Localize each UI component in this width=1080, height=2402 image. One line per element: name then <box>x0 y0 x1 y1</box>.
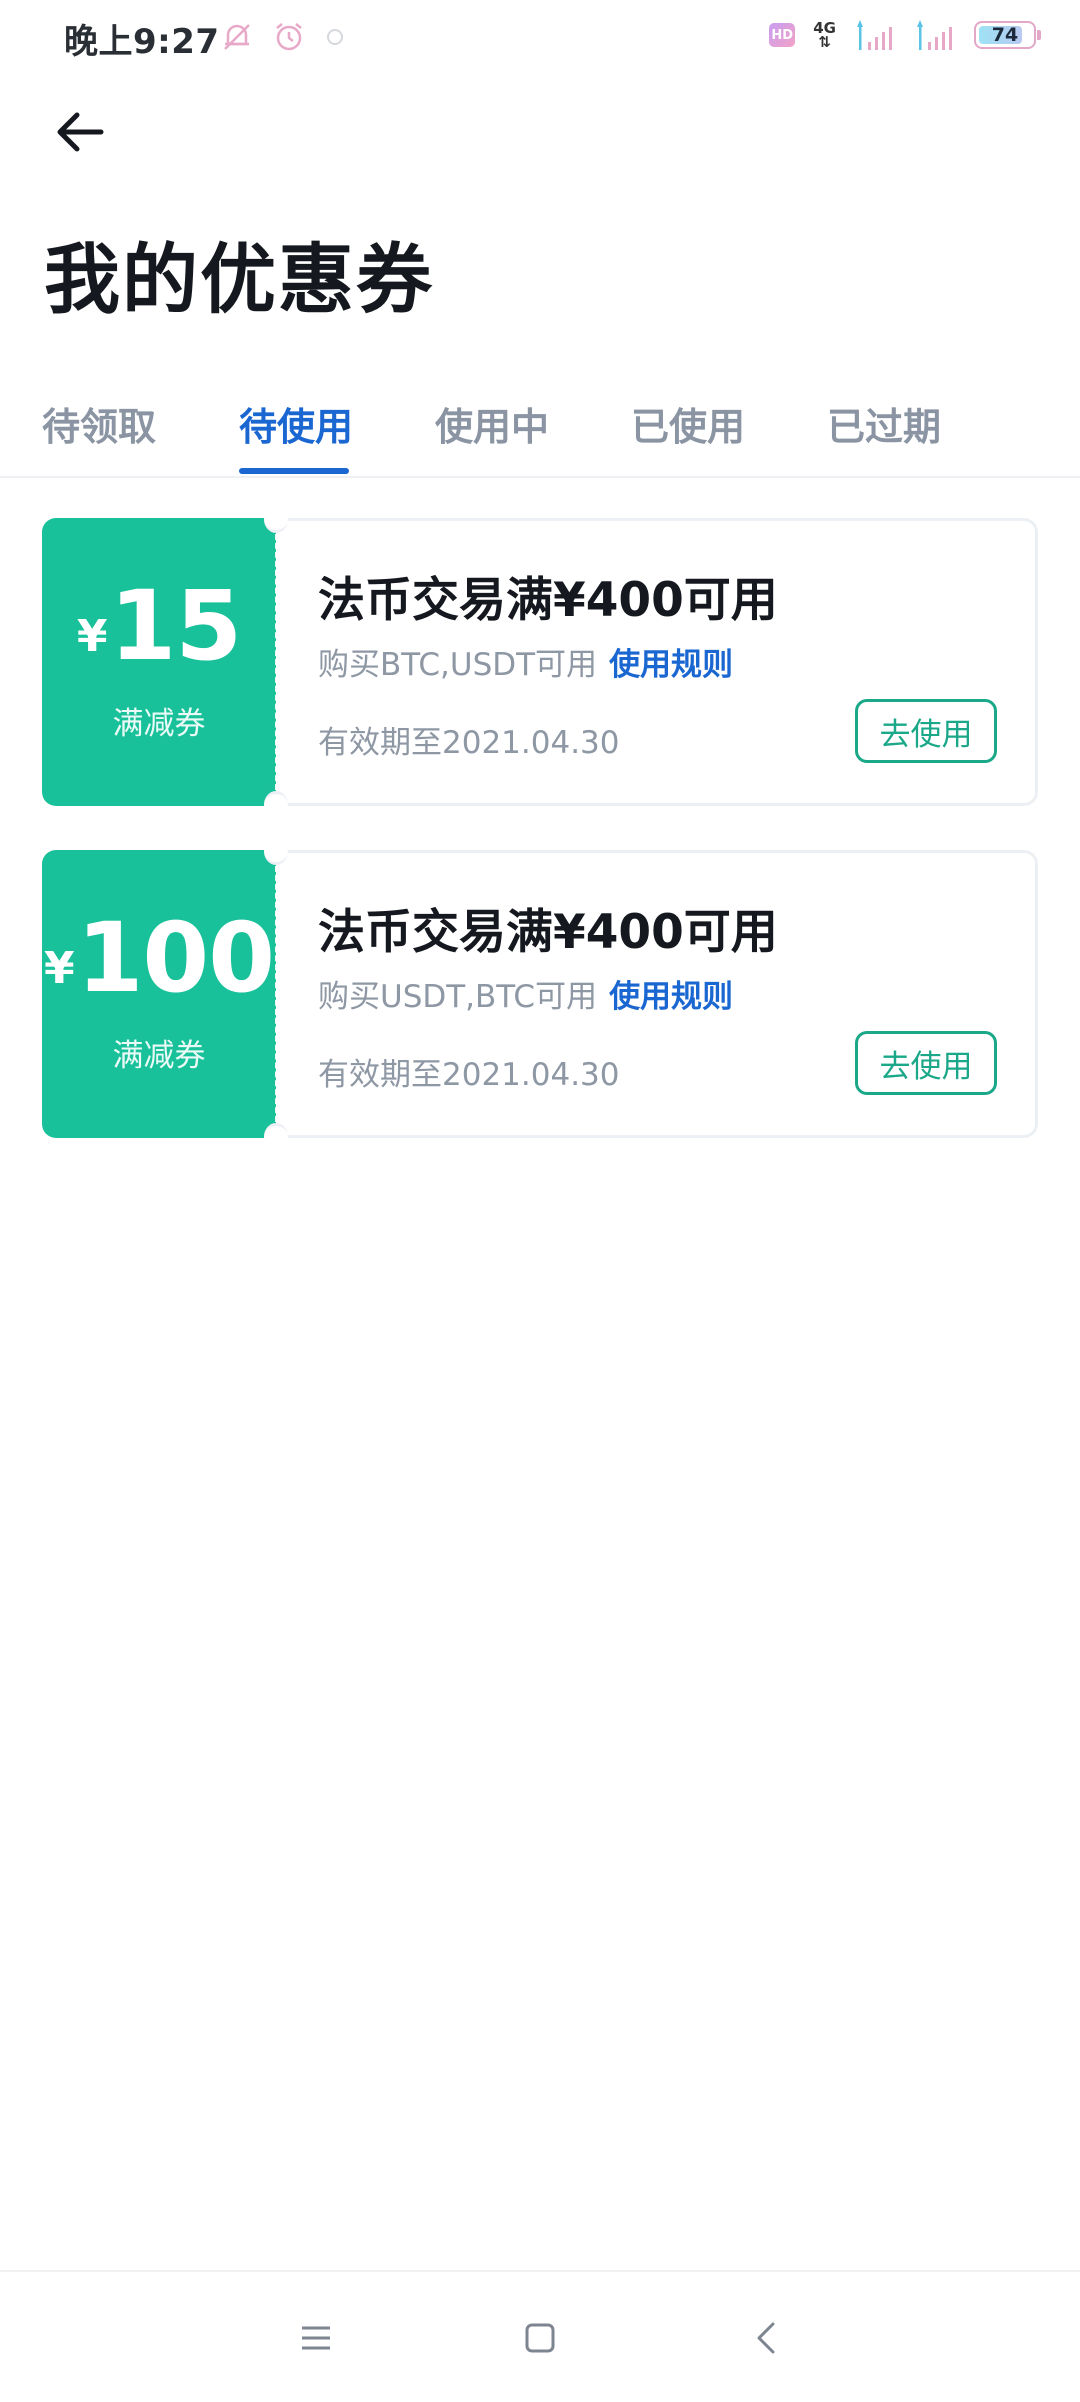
coupon-value: 100 <box>76 902 275 1014</box>
coupon-notch <box>264 838 288 865</box>
mute-icon <box>224 24 250 50</box>
coupon-stub: ¥100 满减券 <box>42 850 278 1138</box>
alarm-icon <box>276 23 302 51</box>
active-tab-indicator <box>239 468 349 474</box>
coupon-body: 法币交易满¥400可用 购买BTC,USDT可用 使用规则 有效期至2021.04… <box>276 518 1038 806</box>
back-icon <box>757 2322 775 2354</box>
system-nav-bar <box>0 2270 1080 2402</box>
coupon-expiry: 有效期至2021.04.30 <box>318 725 620 761</box>
tab-to-claim[interactable]: 待领取 <box>42 396 156 451</box>
battery-icon: 74 <box>974 21 1041 49</box>
coupon-notch <box>264 791 288 818</box>
signal-icon <box>857 20 892 50</box>
use-coupon-button[interactable]: 去使用 <box>855 1031 997 1095</box>
back-button[interactable] <box>44 96 116 168</box>
coupon-title: 法币交易满¥400可用 <box>318 905 778 960</box>
battery-level: 74 <box>991 24 1019 46</box>
currency-symbol: ¥ <box>76 611 108 662</box>
coupon-stub: ¥15 满减券 <box>42 518 278 806</box>
menu-icon <box>302 2326 330 2350</box>
tab-used[interactable]: 已使用 <box>631 396 745 451</box>
coupon-type-label: 满减券 <box>112 706 206 742</box>
coupon-amount: ¥15 <box>42 578 276 674</box>
coupon-notch <box>264 1123 288 1150</box>
coupon-value: 15 <box>109 570 243 682</box>
status-time: 晚上9:27 <box>64 22 220 62</box>
coupon-card: ¥15 满减券 法币交易满¥400可用 购买BTC,USDT可用 使用规则 有效期… <box>42 506 1038 818</box>
page-title: 我的优惠券 <box>44 235 434 324</box>
network-4g-icon: 4G ⇅ <box>813 19 836 51</box>
coupon-card: ¥100 满减券 法币交易满¥400可用 购买USDT,BTC可用 使用规则 有效… <box>42 838 1038 1150</box>
coupon-title: 法币交易满¥400可用 <box>318 573 778 628</box>
hd-icon: HD <box>769 23 796 47</box>
coupon-expiry: 有效期至2021.04.30 <box>318 1057 620 1093</box>
home-icon <box>525 2323 555 2353</box>
coupon-notch <box>264 506 288 533</box>
use-coupon-button[interactable]: 去使用 <box>855 699 997 763</box>
currency-symbol: ¥ <box>43 943 75 994</box>
coupon-tabs: 待领取 待使用 使用中 已使用 已过期 <box>0 380 1080 478</box>
usage-rules-link[interactable]: 使用规则 <box>609 647 733 683</box>
coupon-type-label: 满减券 <box>112 1038 206 1074</box>
arrow-left-icon <box>57 112 104 152</box>
coupon-subtitle: 购买BTC,USDT可用 使用规则 <box>318 647 734 683</box>
coupon-amount: ¥100 <box>42 910 276 1006</box>
status-bar: 晚上9:27 HD 4G ⇅ 74 <box>0 0 1080 78</box>
usage-rules-link[interactable]: 使用规则 <box>609 979 733 1015</box>
nav-back-button[interactable] <box>736 2308 796 2368</box>
tab-in-use[interactable]: 使用中 <box>435 396 549 451</box>
nav-home-button[interactable] <box>510 2308 570 2368</box>
notification-icon <box>327 29 343 45</box>
nav-menu-button[interactable] <box>286 2308 346 2368</box>
coupon-subtitle: 购买USDT,BTC可用 使用规则 <box>318 979 734 1015</box>
tab-expired[interactable]: 已过期 <box>827 396 941 451</box>
signal-icon <box>917 20 952 50</box>
coupon-body: 法币交易满¥400可用 购买USDT,BTC可用 使用规则 有效期至2021.04… <box>276 850 1038 1138</box>
tab-to-use[interactable]: 待使用 <box>239 396 353 451</box>
